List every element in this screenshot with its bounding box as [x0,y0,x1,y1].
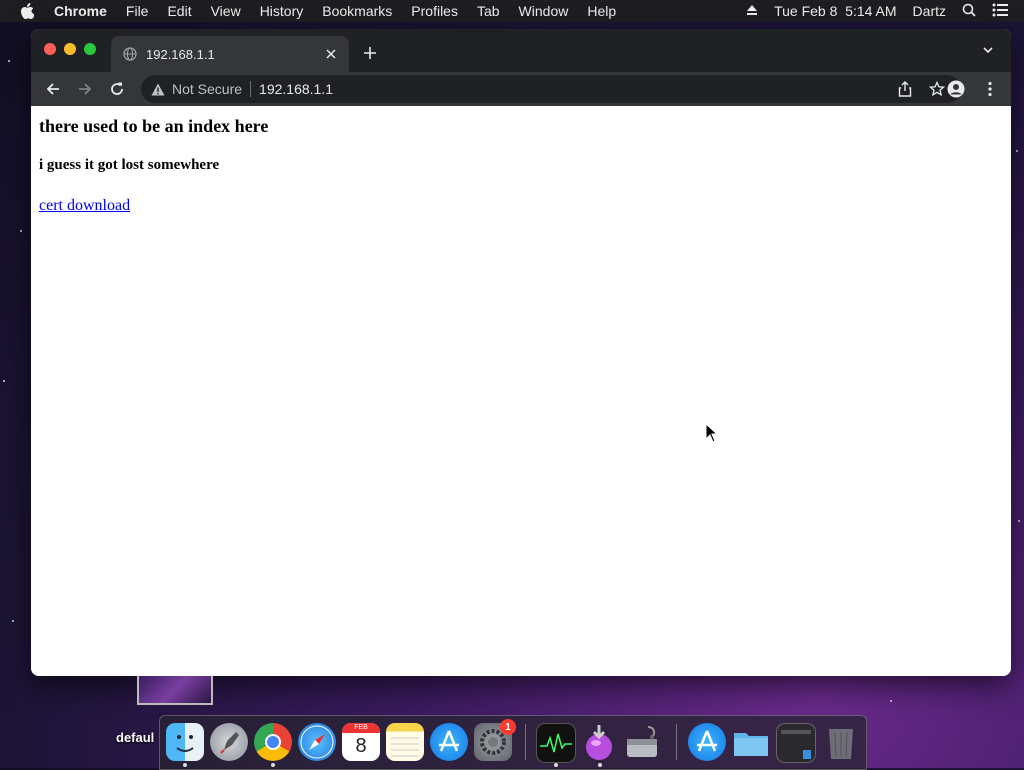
safari-icon[interactable] [298,723,336,761]
menu-bar: Chrome File Edit View History Bookmarks … [0,0,1024,22]
star [20,230,22,232]
page-content: there used to be an index here i guess i… [31,106,1011,676]
running-indicator [598,763,602,767]
menu-history[interactable]: History [260,3,304,19]
profile-icon[interactable] [945,78,967,100]
desktop-screenshot-thumbnail[interactable] [137,676,213,705]
calendar-day: 8 [355,735,367,757]
menu-help[interactable]: Help [587,3,616,19]
running-indicator [554,763,558,767]
star [1018,520,1020,522]
close-tab-icon[interactable] [323,46,339,62]
launchpad-icon[interactable] [210,723,248,761]
running-indicator [183,763,187,767]
tab-active[interactable]: 192.168.1.1 [111,36,349,72]
installer-icon[interactable] [580,723,618,761]
spotlight-search-icon[interactable] [962,3,976,20]
new-tab-icon[interactable] [360,43,380,63]
dock: FEB 8 1 [159,715,867,770]
menu-profiles[interactable]: Profiles [411,3,458,19]
tab-strip: 192.168.1.1 [31,29,1011,72]
back-icon[interactable] [42,78,64,100]
forward-icon[interactable] [74,78,96,100]
disk-utility-icon[interactable] [624,723,662,761]
menu-file[interactable]: File [126,3,149,19]
notification-badge: 1 [500,719,516,735]
chrome-icon[interactable] [254,723,292,761]
star [1016,150,1018,152]
mouse-cursor-icon [705,422,719,443]
tab-title: 192.168.1.1 [146,46,215,62]
dock-separator [676,724,677,760]
trash-icon[interactable] [822,723,860,761]
menubar-user[interactable]: Dartz [913,3,946,19]
share-icon[interactable] [897,81,913,97]
finder-icon[interactable] [166,723,204,761]
finder-window-icon[interactable] [776,723,816,763]
star [3,380,5,382]
bookmark-star-icon[interactable] [929,81,945,97]
url-text[interactable]: 192.168.1.1 [259,81,333,97]
security-status[interactable]: Not Secure [172,81,242,97]
star [12,620,14,622]
menu-bookmarks[interactable]: Bookmarks [322,3,392,19]
omnibox-divider [250,81,252,97]
running-indicator [271,763,275,767]
menu-app-name[interactable]: Chrome [54,3,107,19]
app-store-icon[interactable] [430,723,468,761]
menu-tab[interactable]: Tab [477,3,500,19]
calendar-month: FEB [342,723,380,733]
browser-window: 192.168.1.1 Not Secure 192.168.1.1 there… [31,29,1011,676]
cert-download-link[interactable]: cert download [39,197,130,215]
star [890,700,892,702]
chrome-menu-icon[interactable] [979,78,1001,100]
browser-toolbar: Not Secure 192.168.1.1 [31,72,1011,106]
menubar-datetime[interactable]: Tue Feb 8 5:14 AM [774,3,896,19]
address-bar[interactable]: Not Secure 192.168.1.1 [141,75,961,103]
warning-icon[interactable] [151,82,165,96]
close-window-button[interactable] [44,43,56,55]
page-heading: there used to be an index here [39,116,269,136]
notes-icon[interactable] [386,723,424,761]
zoom-window-button[interactable] [84,43,96,55]
menu-view[interactable]: View [211,3,241,19]
menu-edit[interactable]: Edit [167,3,191,19]
calendar-icon[interactable]: FEB 8 [342,723,380,761]
eject-icon[interactable] [746,3,758,19]
globe-icon [123,47,137,61]
reload-icon[interactable] [106,78,128,100]
apple-icon[interactable] [20,3,36,19]
star [8,60,10,62]
page-subheading: i guess it got lost somewhere [39,157,220,173]
minimize-window-button[interactable] [64,43,76,55]
dock-separator [525,724,526,760]
app-store-icon[interactable] [688,723,726,761]
desktop-item-label[interactable]: defaul [116,730,154,745]
control-center-icon[interactable] [992,3,1008,20]
menu-window[interactable]: Window [519,3,569,19]
activity-monitor-icon[interactable] [536,723,576,763]
folder-icon[interactable] [732,723,770,761]
tab-search-chevron-icon[interactable] [981,43,997,59]
